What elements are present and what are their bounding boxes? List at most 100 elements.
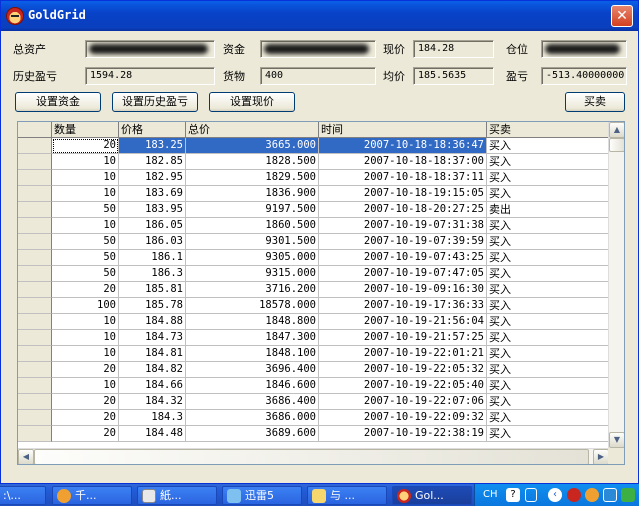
- row-header[interactable]: [18, 394, 52, 410]
- cell-time[interactable]: 2007-10-19-22:01:21: [319, 346, 487, 362]
- cell-price[interactable]: 184.81: [119, 346, 186, 362]
- col-header-total[interactable]: 总价: [186, 122, 319, 138]
- col-header-time[interactable]: 时间: [319, 122, 487, 138]
- taskbar-item-thunder[interactable]: 迅雷5: [222, 486, 302, 505]
- cell-total[interactable]: 1848.800: [186, 314, 319, 330]
- scroll-right-icon[interactable]: ▶: [593, 449, 609, 464]
- cell-price[interactable]: 185.78: [119, 298, 186, 314]
- chevron-left-icon[interactable]: ‹: [548, 488, 562, 502]
- cell-time[interactable]: 2007-10-18-18:36:47: [319, 138, 487, 154]
- cell-qty[interactable]: 10: [52, 314, 119, 330]
- cell-time[interactable]: 2007-10-19-07:47:05: [319, 266, 487, 282]
- cell-price[interactable]: 184.88: [119, 314, 186, 330]
- cell-price[interactable]: 186.05: [119, 218, 186, 234]
- cell-type[interactable]: 买入: [487, 234, 609, 250]
- cell-qty[interactable]: 50: [52, 250, 119, 266]
- row-header[interactable]: [18, 234, 52, 250]
- cell-total[interactable]: 9197.500: [186, 202, 319, 218]
- table-row[interactable]: 50 186.03 9301.500 2007-10-19-07:39:59 买入: [18, 234, 609, 250]
- cell-total[interactable]: 1846.600: [186, 378, 319, 394]
- cell-qty[interactable]: 20: [52, 426, 119, 442]
- cell-total[interactable]: 3665.000: [186, 138, 319, 154]
- cell-price[interactable]: 184.32: [119, 394, 186, 410]
- language-indicator[interactable]: CH: [483, 488, 498, 502]
- row-header[interactable]: [18, 170, 52, 186]
- trade-button[interactable]: 买卖: [565, 92, 625, 112]
- close-button[interactable]: ✕: [611, 5, 633, 27]
- cell-type[interactable]: 买入: [487, 362, 609, 378]
- network-icon[interactable]: [525, 488, 537, 502]
- row-header[interactable]: [18, 298, 52, 314]
- qq-tray-icon[interactable]: [585, 488, 599, 502]
- security-icon[interactable]: [621, 488, 635, 502]
- cell-type[interactable]: 买入: [487, 298, 609, 314]
- cell-total[interactable]: 3689.600: [186, 426, 319, 442]
- table-row[interactable]: 10 184.81 1848.100 2007-10-19-22:01:21 买入: [18, 346, 609, 362]
- table-row[interactable]: 10 184.66 1846.600 2007-10-19-22:05:40 买入: [18, 378, 609, 394]
- cell-total[interactable]: 1836.900: [186, 186, 319, 202]
- set-funds-button[interactable]: 设置资金: [15, 92, 101, 112]
- table-row[interactable]: 20 184.82 3696.400 2007-10-19-22:05:32 买入: [18, 362, 609, 378]
- cell-type[interactable]: 买入: [487, 266, 609, 282]
- vertical-scroll-thumb[interactable]: [609, 138, 624, 152]
- taskbar-item-qq[interactable]: 千...: [52, 486, 132, 505]
- table-row[interactable]: 50 186.3 9315.000 2007-10-19-07:47:05 买入: [18, 266, 609, 282]
- cell-type[interactable]: 买入: [487, 314, 609, 330]
- cell-type[interactable]: 买入: [487, 346, 609, 362]
- cell-total[interactable]: 1860.500: [186, 218, 319, 234]
- cell-type[interactable]: 买入: [487, 394, 609, 410]
- table-row[interactable]: 10 186.05 1860.500 2007-10-19-07:31:38 买入: [18, 218, 609, 234]
- cell-qty[interactable]: 20: [52, 410, 119, 426]
- cell-total[interactable]: 3696.400: [186, 362, 319, 378]
- cell-time[interactable]: 2007-10-18-20:27:25: [319, 202, 487, 218]
- cell-time[interactable]: 2007-10-19-22:07:06: [319, 394, 487, 410]
- row-header[interactable]: [18, 186, 52, 202]
- cell-type[interactable]: 卖出: [487, 202, 609, 218]
- cell-qty[interactable]: 50: [52, 266, 119, 282]
- cell-price[interactable]: 184.82: [119, 362, 186, 378]
- trade-grid[interactable]: 数量 价格 总价 时间 买卖 20 183.25 3665.000 2007-10-1…: [17, 121, 625, 465]
- cell-time[interactable]: 2007-10-19-22:09:32: [319, 410, 487, 426]
- col-header-price[interactable]: 价格: [119, 122, 186, 138]
- row-header[interactable]: [18, 138, 52, 154]
- avg-price-field[interactable]: 185.5635: [413, 67, 494, 85]
- cell-total[interactable]: 1847.300: [186, 330, 319, 346]
- cell-qty[interactable]: 20: [52, 138, 119, 154]
- row-header[interactable]: [18, 218, 52, 234]
- cell-type[interactable]: 买入: [487, 250, 609, 266]
- cell-type[interactable]: 买入: [487, 154, 609, 170]
- scroll-up-icon[interactable]: ▲: [609, 122, 624, 138]
- cell-time[interactable]: 2007-10-18-18:37:11: [319, 170, 487, 186]
- cell-qty[interactable]: 50: [52, 234, 119, 250]
- horizontal-scrollbar[interactable]: ◀ ▶: [18, 448, 609, 464]
- cell-time[interactable]: 2007-10-19-21:57:25: [319, 330, 487, 346]
- help-icon[interactable]: ?: [506, 488, 520, 502]
- cell-time[interactable]: 2007-10-18-19:15:05: [319, 186, 487, 202]
- table-row[interactable]: 20 184.3 3686.000 2007-10-19-22:09:32 买入: [18, 410, 609, 426]
- cell-price[interactable]: 182.85: [119, 154, 186, 170]
- cell-time[interactable]: 2007-10-19-07:39:59: [319, 234, 487, 250]
- row-header[interactable]: [18, 250, 52, 266]
- row-header[interactable]: [18, 426, 52, 442]
- goldgrid-tray-icon[interactable]: [567, 488, 581, 502]
- col-header-type[interactable]: 买卖: [487, 122, 609, 138]
- current-price-field[interactable]: 184.28: [413, 40, 494, 58]
- cell-type[interactable]: 买入: [487, 170, 609, 186]
- position-field[interactable]: [541, 40, 627, 58]
- cell-time[interactable]: 2007-10-19-09:16:30: [319, 282, 487, 298]
- cell-price[interactable]: 184.3: [119, 410, 186, 426]
- cell-total[interactable]: 3686.000: [186, 410, 319, 426]
- cell-qty[interactable]: 100: [52, 298, 119, 314]
- table-row[interactable]: 10 182.95 1829.500 2007-10-18-18:37:11 买入: [18, 170, 609, 186]
- cell-time[interactable]: 2007-10-18-18:37:00: [319, 154, 487, 170]
- cell-qty[interactable]: 20: [52, 282, 119, 298]
- row-header[interactable]: [18, 202, 52, 218]
- taskbar-item-explorer[interactable]: :\...: [0, 486, 46, 505]
- history-pl-field[interactable]: 1594.28: [85, 67, 215, 85]
- cell-price[interactable]: 186.03: [119, 234, 186, 250]
- cell-time[interactable]: 2007-10-19-22:38:19: [319, 426, 487, 442]
- table-row[interactable]: 100 185.78 18578.000 2007-10-19-17:36:33 买入: [18, 298, 609, 314]
- cell-qty[interactable]: 10: [52, 346, 119, 362]
- cell-qty[interactable]: 10: [52, 218, 119, 234]
- cell-price[interactable]: 183.69: [119, 186, 186, 202]
